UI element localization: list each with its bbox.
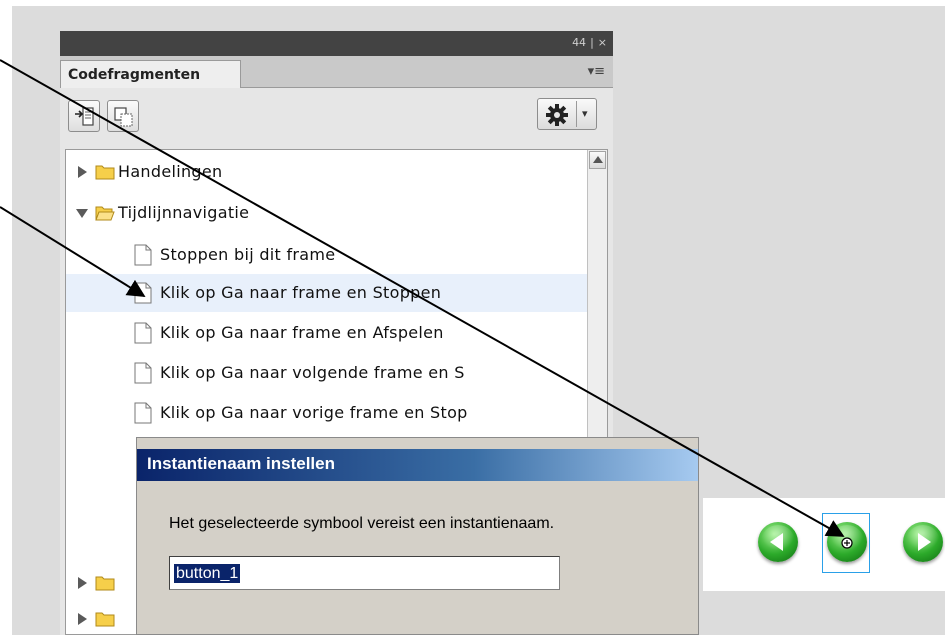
separator: | [590,36,594,49]
tree-item-label: Klik op Ga naar vorige frame en Stop [160,403,468,422]
tree-item-tijdlijnnavigatie[interactable]: Tijdlijnnavigatie [66,194,588,232]
tree-item-handelingen[interactable]: Handelingen [66,153,588,191]
tree-item-label: Klik op Ga naar volgende frame en S [160,363,465,382]
copy-to-clipboard-icon [114,107,133,127]
arrow-right-icon [918,533,931,551]
arrow-left-icon [770,533,783,551]
tree-item-label: Stoppen bij dit frame [160,245,336,264]
tree-item-snippet[interactable]: Stoppen bij dit frame [66,236,588,274]
tree-item-label: Klik op Ga naar frame en Afspelen [160,323,444,342]
close-icon[interactable]: × [598,36,607,49]
tab-codefragmenten[interactable]: Codefragmenten [60,60,241,88]
collapse-tree-icon[interactable] [76,209,88,218]
insert-code-button[interactable] [68,100,100,132]
panel-menu-icon[interactable]: ▾≡ [588,64,605,79]
folder-icon [95,612,115,627]
tree-item-label: Handelingen [118,162,223,181]
tree-item-snippet[interactable]: Klik op Ga naar frame en Afspelen [66,314,588,352]
scroll-up-button[interactable] [589,151,606,169]
selection-outline [822,513,870,573]
tree-item-label: Klik op Ga naar frame en Stoppen [160,283,442,302]
panel-tab-bar: Codefragmenten ▾≡ [60,56,613,88]
panel-title-bar[interactable]: 44 | × [60,31,613,56]
instance-name-value: button_1 [174,564,241,583]
instance-name-input[interactable]: button_1 [169,556,560,590]
insert-code-icon [75,107,94,126]
gear-icon [546,104,568,126]
snippet-file-icon [134,322,152,344]
collapse-icon[interactable]: 44 [572,36,586,49]
snippet-file-icon [134,402,152,424]
next-button[interactable] [903,522,943,562]
tree-item-snippet-selected[interactable]: Klik op Ga naar frame en Stoppen [66,274,588,312]
open-folder-icon [95,206,115,221]
panel-window-controls: 44 | × [568,36,607,49]
tree-item-snippet[interactable]: Klik op Ga naar vorige frame en Stop [66,394,588,432]
dialog-title[interactable]: Instantienaam instellen [137,449,698,481]
instance-name-dialog: Instantienaam instellen Het geselecteerd… [136,437,699,635]
tree-item-label: Tijdlijnnavigatie [118,203,250,222]
previous-button[interactable] [758,522,798,562]
options-button[interactable]: ▾ [537,98,597,130]
snippet-file-icon [134,244,152,266]
panel-toolbar: ▾ [60,89,613,145]
expand-icon[interactable] [78,577,87,589]
folder-icon [95,576,115,591]
snippet-file-icon [134,282,152,304]
chevron-down-icon[interactable]: ▾ [582,107,588,120]
snippet-file-icon [134,362,152,384]
expand-icon[interactable] [78,613,87,625]
tree-item-snippet[interactable]: Klik op Ga naar volgende frame en S [66,354,588,392]
dialog-message: Het geselecteerde symbool vereist een in… [169,515,555,532]
copy-to-clipboard-button[interactable] [107,100,139,132]
folder-icon [95,165,115,180]
options-separator [576,101,577,127]
expand-icon[interactable] [78,166,87,178]
